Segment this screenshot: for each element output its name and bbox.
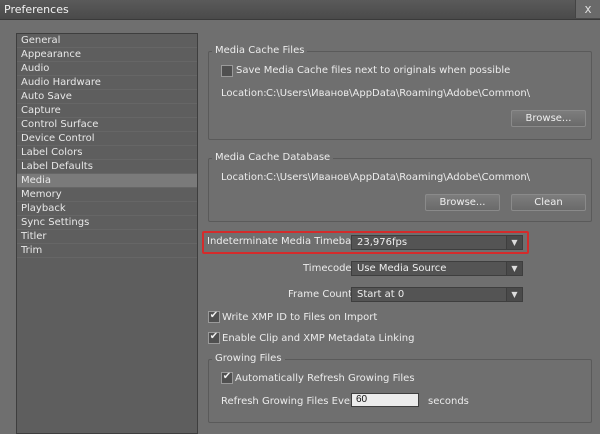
sidebar-item-appearance[interactable]: Appearance xyxy=(17,48,197,62)
enable-xmp-linking-label: Enable Clip and XMP Metadata Linking xyxy=(222,333,415,344)
sidebar-item-memory[interactable]: Memory xyxy=(17,188,197,202)
auto-refresh-growing-files-checkbox[interactable]: ✔ xyxy=(221,371,233,384)
window-title: Preferences xyxy=(4,3,69,16)
timebase-value: 23,976fps xyxy=(357,237,408,248)
sidebar-item-capture[interactable]: Capture xyxy=(17,104,197,118)
refresh-every-label: Refresh Growing Files Every xyxy=(221,396,361,407)
title-bar: Preferences x xyxy=(0,0,600,20)
sidebar-item-titler[interactable]: Titler xyxy=(17,230,197,244)
save-cache-next-to-originals-label: Save Media Cache files next to originals… xyxy=(236,65,511,76)
checkmark-icon: ✔ xyxy=(209,331,219,342)
media-cache-files-location-label: Location: xyxy=(221,88,267,99)
timecode-value: Use Media Source xyxy=(357,263,447,274)
sidebar-item-playback[interactable]: Playback xyxy=(17,202,197,216)
checkmark-icon: ✔ xyxy=(209,310,219,321)
write-xmp-id-label: Write XMP ID to Files on Import xyxy=(222,312,378,323)
write-xmp-id-checkbox[interactable]: ✔ xyxy=(208,310,220,323)
timecode-select[interactable]: Use Media Source ▼ xyxy=(351,261,523,276)
chevron-down-icon[interactable]: ▼ xyxy=(506,288,522,301)
close-icon[interactable]: x xyxy=(575,0,600,18)
preferences-category-list[interactable]: General Appearance Audio Audio Hardware Auto… xyxy=(16,33,198,434)
media-cache-database-legend: Media Cache Database xyxy=(212,152,334,164)
sidebar-item-label-defaults[interactable]: Label Defaults xyxy=(17,160,197,174)
chevron-down-icon[interactable]: ▼ xyxy=(506,236,522,249)
media-cache-database-location-label: Location: xyxy=(221,172,267,183)
sidebar-item-media[interactable]: Media xyxy=(17,174,197,188)
media-cache-files-location-value: C:\Users\Иванов\AppData\Roaming\Adobe\Co… xyxy=(266,88,531,99)
media-cache-files-legend: Media Cache Files xyxy=(212,45,308,57)
checkmark-icon: ✔ xyxy=(222,371,232,382)
refresh-interval-input[interactable] xyxy=(351,393,419,407)
save-cache-next-to-originals-checkbox[interactable] xyxy=(221,65,233,77)
media-cache-database-location-value: C:\Users\Иванов\AppData\Roaming\Adobe\Co… xyxy=(266,172,531,183)
enable-xmp-linking-checkbox[interactable]: ✔ xyxy=(208,331,220,344)
sidebar-item-audio[interactable]: Audio xyxy=(17,62,197,76)
timebase-label: Indeterminate Media Timebase: xyxy=(207,236,366,247)
timebase-select[interactable]: 23,976fps ▼ xyxy=(351,235,523,250)
sidebar-item-label-colors[interactable]: Label Colors xyxy=(17,146,197,160)
media-cache-database-browse-button[interactable]: Browse... xyxy=(425,194,500,211)
chevron-down-icon[interactable]: ▼ xyxy=(506,262,522,275)
frame-count-label: Frame Count: xyxy=(288,289,356,300)
seconds-label: seconds xyxy=(428,396,469,407)
sidebar-item-control-surface[interactable]: Control Surface xyxy=(17,118,197,132)
timecode-label: Timecode: xyxy=(303,263,355,274)
media-cache-database-clean-button[interactable]: Clean xyxy=(511,194,586,211)
sidebar-item-sync-settings[interactable]: Sync Settings xyxy=(17,216,197,230)
auto-refresh-growing-files-label: Automatically Refresh Growing Files xyxy=(235,373,415,384)
sidebar-item-audio-hardware[interactable]: Audio Hardware xyxy=(17,76,197,90)
frame-count-select[interactable]: Start at 0 ▼ xyxy=(351,287,523,302)
growing-files-group xyxy=(208,359,592,423)
frame-count-value: Start at 0 xyxy=(357,289,405,300)
sidebar-item-auto-save[interactable]: Auto Save xyxy=(17,90,197,104)
sidebar-item-trim[interactable]: Trim xyxy=(17,244,197,258)
media-cache-database-group xyxy=(208,158,592,222)
sidebar-item-device-control[interactable]: Device Control xyxy=(17,132,197,146)
sidebar-item-general[interactable]: General xyxy=(17,34,197,48)
growing-files-legend: Growing Files xyxy=(212,353,285,365)
media-cache-files-browse-button[interactable]: Browse... xyxy=(511,110,586,127)
